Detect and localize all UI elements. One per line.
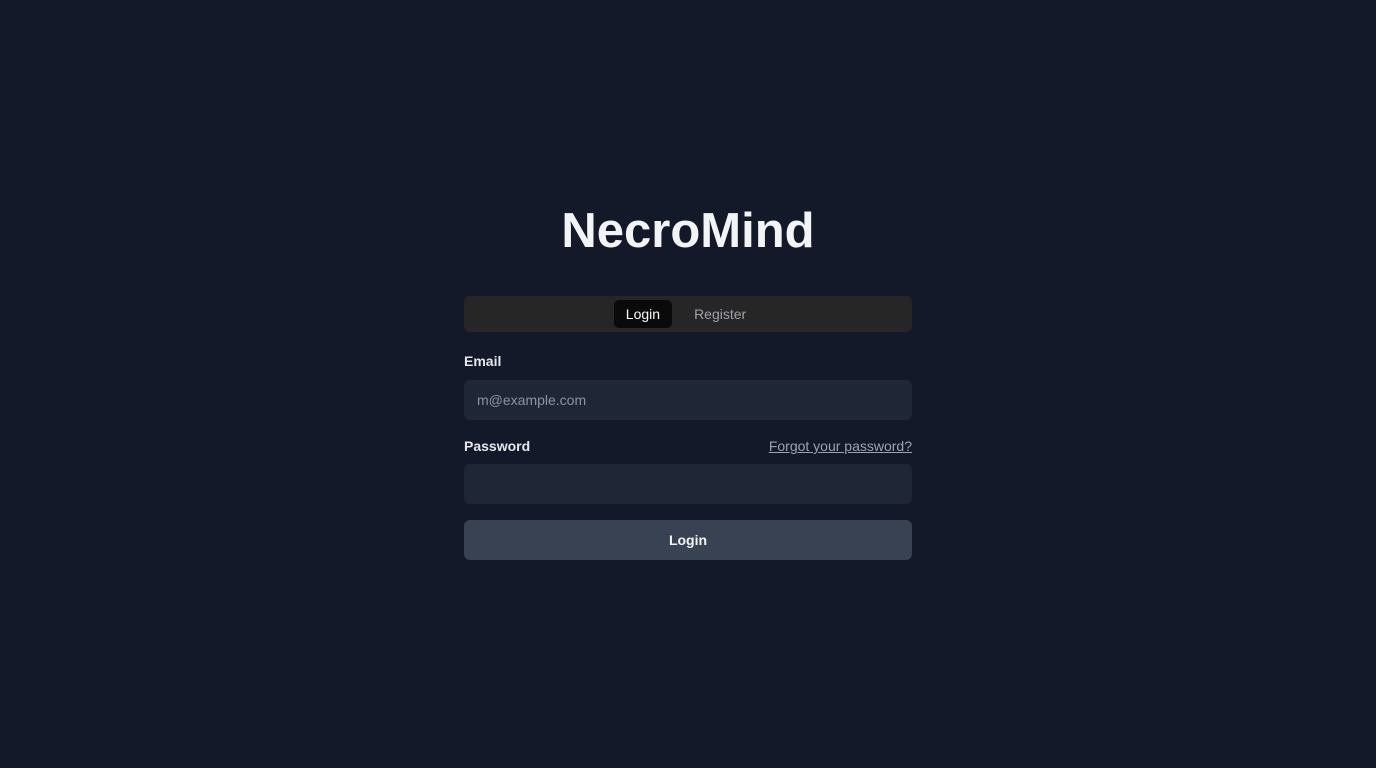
app-title: NecroMind (561, 204, 815, 258)
password-input[interactable] (464, 464, 912, 504)
forgot-password-link[interactable]: Forgot your password? (769, 438, 912, 454)
password-label: Password (464, 438, 531, 454)
tab-login[interactable]: Login (613, 300, 673, 328)
tab-register[interactable]: Register (678, 300, 762, 328)
email-label: Email (464, 353, 502, 369)
password-label-row: Password Forgot your password? (464, 437, 912, 455)
auth-panel: Login Register Email Password Forgot you… (464, 296, 912, 560)
login-page: NecroMind Login Register Email Password … (0, 0, 1376, 768)
auth-tabs: Login Register (464, 296, 912, 332)
email-input[interactable] (464, 380, 912, 420)
login-button[interactable]: Login (464, 520, 912, 560)
